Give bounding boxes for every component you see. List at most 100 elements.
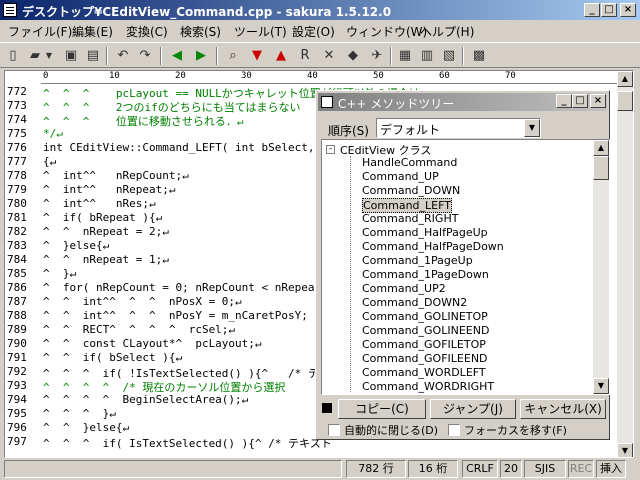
- open-dropdown-icon[interactable]: ▼: [44, 47, 54, 65]
- maximize-button[interactable]: □: [601, 3, 617, 17]
- tree-item[interactable]: Command_DOWN2: [362, 296, 467, 309]
- settings-icon[interactable]: ▧: [440, 47, 458, 65]
- search-icon[interactable]: ⌕: [224, 47, 242, 65]
- tree-item[interactable]: Command_HalfPageDown: [362, 240, 504, 253]
- tree-item[interactable]: Command_RIGHT: [362, 212, 458, 225]
- bookmark-icon[interactable]: ◆: [344, 47, 362, 65]
- toolbar-separator: [462, 47, 464, 65]
- order-select[interactable]: デフォルト ▼: [376, 118, 541, 138]
- ruler-mark: 40: [307, 71, 318, 81]
- dialog-minimize-button[interactable]: _: [556, 94, 572, 108]
- forward-icon[interactable]: ▶: [192, 47, 210, 65]
- dropdown-arrow-icon[interactable]: ▼: [524, 119, 540, 137]
- tree-item[interactable]: Command_GOLINEEND: [362, 324, 489, 337]
- scroll-down-icon[interactable]: ▼: [617, 443, 633, 457]
- title-bar[interactable]: デスクトップ¥CEditView_Command.cpp - sakura 1.…: [0, 0, 640, 20]
- replace-icon[interactable]: R: [296, 47, 314, 65]
- method-tree[interactable]: - CEditView クラス HandleCommand Command_UP…: [321, 139, 610, 395]
- pin-icon[interactable]: [322, 403, 332, 413]
- tree-item[interactable]: Command_GOFILETOP: [362, 338, 486, 351]
- line-number: 785: [7, 267, 27, 280]
- toolbar: ▯ ▰ ▼ ▣ ▤ ↶ ↷ ◀ ▶ ⌕ ▼ ▲ R ✕ ◆ ✈ ▦ ▥ ▧ ▩: [0, 42, 640, 68]
- grep-icon[interactable]: ✕: [320, 47, 338, 65]
- scroll-thumb[interactable]: [593, 156, 609, 180]
- ruler-mark: 50: [373, 71, 384, 81]
- print-icon[interactable]: ▥: [418, 47, 436, 65]
- tree-scrollbar[interactable]: ▲ ▼: [593, 140, 609, 394]
- save-as-icon[interactable]: ▤: [84, 47, 102, 65]
- menu-edit[interactable]: 編集(E): [72, 23, 113, 40]
- redo-icon[interactable]: ↷: [136, 47, 154, 65]
- tree-item-selected[interactable]: Command_LEFT: [362, 198, 452, 213]
- dialog-title: C++ メソッドツリー: [338, 97, 455, 111]
- back-icon[interactable]: ◀: [168, 47, 186, 65]
- line-number: 779: [7, 183, 27, 196]
- cancel-button[interactable]: キャンセル(X): [520, 399, 606, 419]
- code-line-current: ^ ^ nRepeat = 2;↵: [43, 225, 169, 238]
- status-rec: REC: [568, 460, 594, 478]
- editor-scrollbar[interactable]: ▲ ▼: [617, 71, 633, 457]
- tree-item[interactable]: Command_HalfPageUp: [362, 226, 488, 239]
- collapse-icon[interactable]: -: [326, 145, 335, 154]
- scroll-up-icon[interactable]: ▲: [617, 71, 633, 87]
- tree-item[interactable]: HandleCommand: [362, 156, 457, 169]
- line-number: 782: [7, 225, 27, 238]
- copy-button[interactable]: コピー(C): [338, 399, 426, 419]
- new-file-icon[interactable]: ▯: [4, 47, 22, 65]
- code-line: ^ ^ RECT^ ^ ^ ^ rcSel;↵: [43, 323, 236, 336]
- auto-close-checkbox[interactable]: [328, 424, 340, 436]
- menu-window[interactable]: ウィンドウ(W): [346, 23, 427, 40]
- tree-item[interactable]: Command_UP: [362, 170, 439, 183]
- line-number: 795: [7, 407, 27, 420]
- scroll-down-icon[interactable]: ▼: [593, 378, 609, 394]
- menu-convert[interactable]: 変換(C): [126, 23, 168, 40]
- code-line: ^ ^ ^ if( IsTextSelected() ){^ /* テキスト: [43, 437, 332, 450]
- status-message: [4, 460, 342, 478]
- scroll-thumb[interactable]: [617, 91, 633, 111]
- undo-icon[interactable]: ↶: [114, 47, 132, 65]
- compare-icon[interactable]: ▩: [470, 47, 488, 65]
- line-number: 793: [7, 379, 27, 392]
- line-number: 790: [7, 337, 27, 350]
- tree-line: [350, 156, 351, 392]
- move-focus-checkbox[interactable]: [448, 424, 460, 436]
- line-number: 786: [7, 281, 27, 294]
- tree-item[interactable]: Command_GOFILEEND: [362, 352, 488, 365]
- outline-icon[interactable]: ▦: [396, 47, 414, 65]
- dialog-close-button[interactable]: ×: [590, 94, 606, 108]
- dialog-icon: [321, 96, 333, 108]
- dialog-maximize-button[interactable]: □: [572, 94, 588, 108]
- search-down-icon[interactable]: ▼: [248, 47, 266, 65]
- code-line: ^ ^ ^ }↵: [43, 407, 116, 420]
- line-number: 778: [7, 169, 27, 182]
- menu-settings[interactable]: 設定(O): [292, 23, 335, 40]
- order-value: デフォルト: [380, 123, 441, 137]
- menu-tools[interactable]: ツール(T): [234, 23, 287, 40]
- tree-item[interactable]: Command_GOLINETOP: [362, 310, 488, 323]
- status-code: 20: [500, 460, 522, 478]
- dialog-title-bar[interactable]: C++ メソッドツリー _ □ ×: [318, 93, 607, 111]
- tree-item[interactable]: Command_1PageUp: [362, 254, 473, 267]
- line-number: 797: [7, 435, 27, 448]
- tree-item[interactable]: Command_WORDRIGHT: [362, 380, 494, 393]
- search-up-icon[interactable]: ▲: [272, 47, 290, 65]
- tree-item[interactable]: Command_WORDLEFT: [362, 366, 486, 379]
- tree-item[interactable]: Command_UP2: [362, 282, 446, 295]
- tag-jump-icon[interactable]: ✈: [368, 47, 386, 65]
- code-line: ^ ^ }else{↵: [43, 421, 130, 434]
- scroll-up-icon[interactable]: ▲: [593, 140, 609, 156]
- menu-file[interactable]: ファイル(F): [8, 23, 72, 40]
- menu-search[interactable]: 検索(S): [180, 23, 221, 40]
- app-icon[interactable]: [3, 3, 17, 17]
- jump-button[interactable]: ジャンプ(J): [430, 399, 516, 419]
- menu-help[interactable]: ヘルプ(H): [420, 23, 474, 40]
- save-icon[interactable]: ▣: [62, 47, 80, 65]
- close-button[interactable]: ×: [620, 3, 636, 17]
- ruler-mark: 0: [43, 71, 49, 81]
- line-number: 788: [7, 309, 27, 322]
- tree-item[interactable]: Command_DOWN: [362, 184, 460, 197]
- auto-close-label: 自動的に閉じる(D): [344, 424, 439, 437]
- tree-item[interactable]: Command_1PageDown: [362, 268, 489, 281]
- open-file-icon[interactable]: ▰: [26, 47, 44, 65]
- minimize-button[interactable]: _: [584, 3, 600, 17]
